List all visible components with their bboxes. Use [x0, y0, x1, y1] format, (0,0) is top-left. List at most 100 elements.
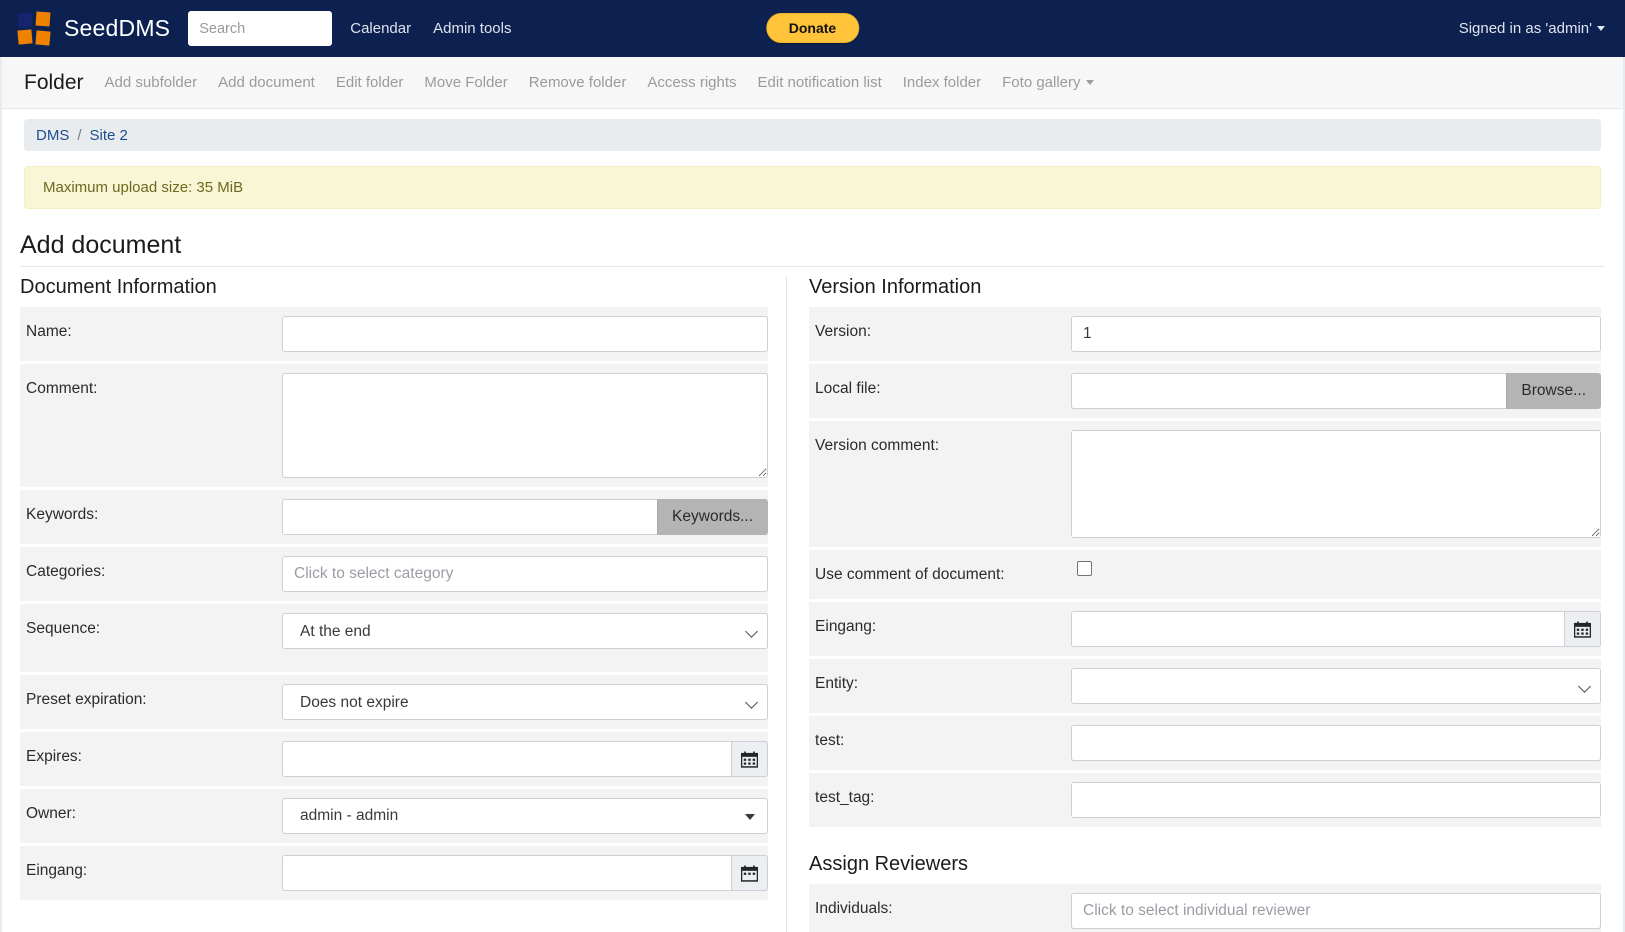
- expires-calendar-button[interactable]: [731, 741, 769, 777]
- owner-select[interactable]: admin - admin: [282, 798, 769, 834]
- logo-square-top-left: [17, 12, 33, 27]
- donate-button[interactable]: Donate: [765, 13, 860, 43]
- label-individuals: Individuals:: [809, 884, 1072, 918]
- calendar-icon: [741, 751, 759, 768]
- form-row-version: Version:: [809, 307, 1601, 361]
- control-preset-expiration: Does not expire: [282, 675, 769, 729]
- form-row-preset-expiration: Preset expiration: Does not expire: [20, 672, 769, 729]
- form-row-comment: Comment:: [20, 361, 769, 487]
- form-row-use-comment-of-document: Use comment of document:: [809, 547, 1601, 599]
- account-menu[interactable]: Signed in as 'admin': [1459, 20, 1605, 37]
- label-eingang-left: Eingang:: [20, 846, 282, 880]
- breadcrumb: DMS / Site 2: [24, 119, 1601, 151]
- name-input[interactable]: [282, 316, 769, 352]
- chevron-down-icon: [1085, 80, 1094, 85]
- expires-date-input[interactable]: [282, 741, 732, 777]
- sequence-select-wrap: At the end: [282, 613, 769, 649]
- eingang-left-calendar-button[interactable]: [731, 855, 769, 891]
- control-version-comment: [1071, 421, 1601, 547]
- control-owner: admin - admin: [282, 789, 769, 843]
- label-name: Name:: [20, 307, 282, 341]
- sequence-help-text: [282, 649, 752, 663]
- form-row-entity: Entity:: [809, 656, 1601, 713]
- label-eingang: Eingang:: [809, 602, 1072, 636]
- account-menu-label: Signed in as 'admin': [1458, 20, 1592, 37]
- action-foto-gallery-label: Foto gallery: [1002, 74, 1081, 91]
- form-row-name: Name:: [20, 307, 769, 361]
- preset-expiration-select[interactable]: Does not expire: [282, 684, 769, 720]
- breadcrumb-separator: /: [77, 126, 82, 144]
- form-row-version-comment: Version comment:: [809, 418, 1601, 547]
- preset-expiration-select-wrap: Does not expire: [282, 684, 769, 720]
- action-add-document[interactable]: Add document: [218, 74, 315, 91]
- form-row-local-file: Local file: Browse...: [809, 361, 1601, 418]
- label-version: Version:: [809, 307, 1072, 341]
- owner-selected-value: admin - admin: [300, 807, 399, 824]
- version-input[interactable]: [1071, 316, 1601, 352]
- test-tag-input[interactable]: [1071, 782, 1601, 818]
- use-comment-of-document-checkbox[interactable]: [1077, 561, 1093, 576]
- nav-link-calendar[interactable]: Calendar: [350, 20, 411, 37]
- folder-action-bar: Folder Add subfolder Add document Edit f…: [2, 57, 1623, 109]
- eingang-calendar-button[interactable]: [1563, 611, 1601, 647]
- version-comment-textarea[interactable]: [1071, 430, 1601, 538]
- page-title: Add document: [20, 231, 1605, 267]
- local-file-input[interactable]: [1071, 373, 1507, 409]
- label-comment: Comment:: [20, 364, 282, 398]
- calendar-icon: [1573, 621, 1591, 638]
- control-individuals: Click to select individual reviewer: [1071, 884, 1601, 932]
- control-test-tag: [1071, 773, 1601, 827]
- nav-link-admin-tools[interactable]: Admin tools: [433, 20, 511, 37]
- brand-title[interactable]: SeedDMS: [64, 15, 170, 42]
- keywords-picker-button[interactable]: Keywords...: [657, 499, 769, 535]
- action-remove-folder[interactable]: Remove folder: [529, 74, 627, 91]
- label-test: test:: [809, 716, 1072, 750]
- expires-input-group: [282, 741, 769, 777]
- browse-button[interactable]: Browse...: [1506, 373, 1601, 409]
- label-use-comment-of-document: Use comment of document:: [809, 550, 1072, 584]
- entity-select[interactable]: [1071, 668, 1601, 704]
- section-title-document-information: Document Information: [20, 276, 217, 298]
- control-version: [1071, 307, 1601, 361]
- entity-select-wrap: [1071, 668, 1601, 704]
- label-expires: Expires:: [20, 732, 282, 766]
- seeddms-squares-logo-icon[interactable]: [17, 11, 52, 46]
- label-local-file: Local file:: [809, 364, 1072, 398]
- breadcrumb-item-dms[interactable]: DMS: [36, 127, 69, 144]
- action-index-folder[interactable]: Index folder: [903, 74, 981, 91]
- action-move-folder[interactable]: Move Folder: [424, 74, 507, 91]
- label-preset-expiration: Preset expiration:: [20, 675, 282, 709]
- form-row-owner: Owner: admin - admin: [20, 786, 769, 843]
- chevron-down-icon: [1597, 26, 1605, 31]
- eingang-date-input[interactable]: [1071, 611, 1564, 647]
- categories-select[interactable]: Click to select category: [282, 556, 769, 592]
- action-add-subfolder[interactable]: Add subfolder: [105, 74, 198, 91]
- eingang-left-date-input[interactable]: [282, 855, 732, 891]
- control-expires: [282, 732, 769, 786]
- breadcrumb-item-current[interactable]: Site 2: [90, 127, 128, 144]
- logo-square-top-right: [35, 11, 51, 26]
- form-row-sequence: Sequence: At the end: [20, 601, 769, 672]
- upload-size-alert: Maximum upload size: 35 MiB: [24, 166, 1601, 209]
- action-edit-notification-list[interactable]: Edit notification list: [758, 74, 882, 91]
- form-row-eingang: Eingang:: [809, 599, 1601, 656]
- action-foto-gallery[interactable]: Foto gallery: [1002, 74, 1094, 91]
- action-access-rights[interactable]: Access rights: [647, 74, 736, 91]
- keywords-input[interactable]: [282, 499, 658, 535]
- form-columns: Document Information Name: Comment: Keyw…: [2, 276, 1623, 932]
- label-test-tag: test_tag:: [809, 773, 1072, 807]
- sequence-select[interactable]: At the end: [282, 613, 769, 649]
- test-input[interactable]: [1071, 725, 1601, 761]
- action-bar-title: Folder: [24, 70, 84, 94]
- control-eingang: [1071, 602, 1601, 656]
- action-edit-folder[interactable]: Edit folder: [336, 74, 404, 91]
- comment-textarea[interactable]: [282, 373, 769, 478]
- donate-container: Donate: [765, 13, 860, 43]
- top-navbar: SeedDMS Calendar Admin tools Donate Sign…: [0, 0, 1625, 57]
- document-information-column: Document Information Name: Comment: Keyw…: [2, 276, 786, 932]
- form-row-eingang-left: Eingang:: [20, 843, 769, 900]
- search-input[interactable]: [188, 11, 333, 46]
- label-version-comment: Version comment:: [809, 421, 1072, 455]
- logo-square-bottom-left: [17, 28, 33, 45]
- individuals-reviewer-select[interactable]: Click to select individual reviewer: [1071, 893, 1601, 929]
